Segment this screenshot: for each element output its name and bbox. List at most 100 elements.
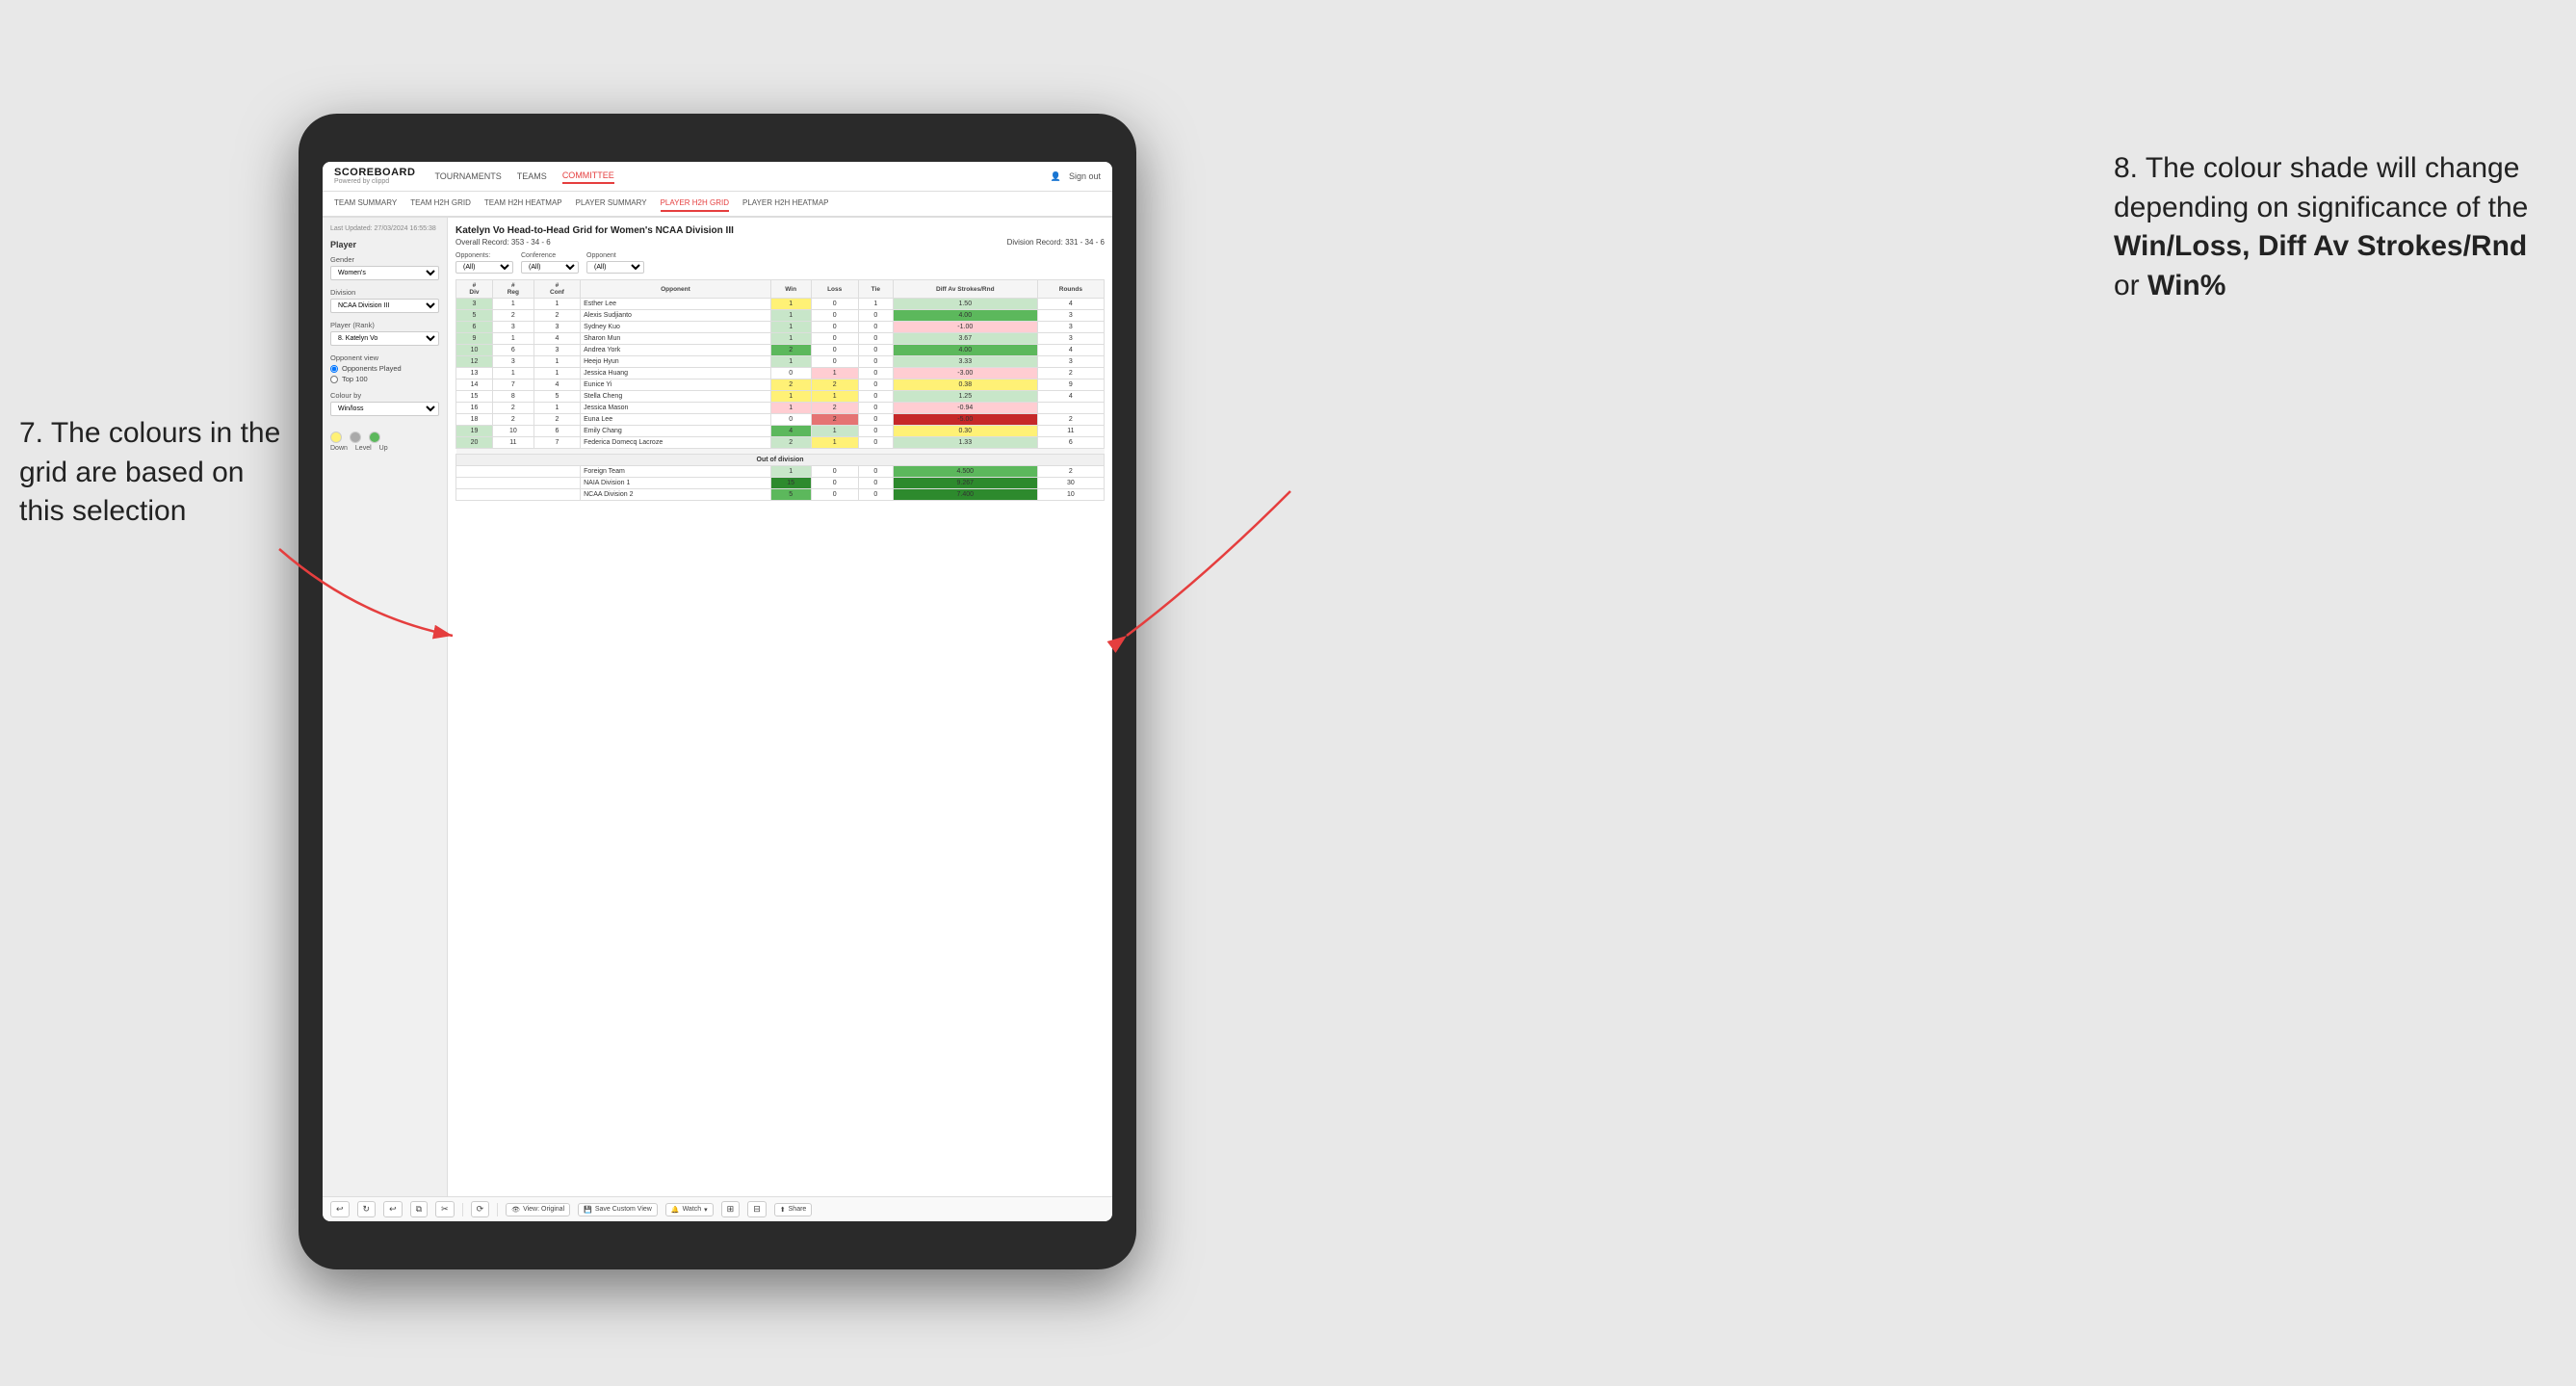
- player-rank-label: Player (Rank): [330, 321, 439, 329]
- cell-opponent: Sharon Mun: [581, 333, 771, 345]
- table-row: 14 7 4 Eunice Yi 2 2 0 0.38 9: [456, 379, 1105, 391]
- cell-opponent: Euna Lee: [581, 414, 771, 426]
- table-row: 20 11 7 Federica Domecq Lacroze 2 1 0 1.…: [456, 437, 1105, 449]
- cell-conf: 3: [533, 322, 580, 333]
- cell-conf: 5: [533, 391, 580, 403]
- cell-tie: 0: [858, 310, 893, 322]
- nav-teams[interactable]: TEAMS: [517, 170, 547, 183]
- cell-rounds: 2: [1037, 414, 1104, 426]
- cell-tie: 0: [858, 437, 893, 449]
- nav-committee[interactable]: COMMITTEE: [562, 169, 614, 184]
- cut-btn[interactable]: ✂: [435, 1201, 455, 1217]
- grid-icon: ⊟: [753, 1204, 761, 1215]
- cell-rounds: 4: [1037, 345, 1104, 356]
- cell-reg: 2: [492, 403, 533, 414]
- tablet-screen: SCOREBOARD Powered by clippd TOURNAMENTS…: [323, 162, 1112, 1221]
- opponent-filter-select[interactable]: (All): [586, 261, 644, 274]
- cell-div: 6: [456, 322, 493, 333]
- filter-row: Opponents: (All) Conference (All) Oppone…: [455, 252, 1105, 274]
- undo2-btn[interactable]: ↩: [383, 1201, 403, 1217]
- undo-btn[interactable]: ↩: [330, 1201, 350, 1217]
- cell-diff: 1.50: [893, 299, 1037, 310]
- colour-by-select[interactable]: Win/loss: [330, 402, 439, 416]
- cell-diff: 0.30: [893, 426, 1037, 437]
- tab-team-h2h-grid[interactable]: TEAM H2H GRID: [410, 196, 471, 212]
- division-select[interactable]: NCAA Division III: [330, 299, 439, 313]
- cell-div: 3: [456, 299, 493, 310]
- top100-radio[interactable]: Top 100: [330, 375, 439, 383]
- legend-down: Down: [330, 445, 348, 452]
- share-label: Share: [789, 1206, 807, 1213]
- cell-loss: 0: [811, 345, 858, 356]
- cell-win: 4: [770, 426, 811, 437]
- tablet-frame: SCOREBOARD Powered by clippd TOURNAMENTS…: [299, 114, 1136, 1269]
- col-conf: #Conf: [533, 280, 580, 299]
- cell-rounds: 3: [1037, 322, 1104, 333]
- tab-team-summary[interactable]: TEAM SUMMARY: [334, 196, 397, 212]
- annotation-left-text: 7. The colours in the grid are based on …: [19, 417, 280, 527]
- col-tie: Tie: [858, 280, 893, 299]
- grid-btn[interactable]: ⊟: [747, 1201, 767, 1217]
- tab-player-summary[interactable]: PLAYER SUMMARY: [576, 196, 647, 212]
- gender-select[interactable]: Women's: [330, 266, 439, 280]
- annotation-bold2: Diff Av Strokes/Rnd: [2258, 230, 2527, 262]
- tab-team-h2h-heatmap[interactable]: TEAM H2H HEATMAP: [484, 196, 562, 212]
- save-custom-btn[interactable]: 💾 Save Custom View: [578, 1203, 658, 1216]
- annotation-right-title: 8. The colour shade will change dependin…: [2114, 152, 2528, 223]
- h2h-table: #Div #Reg #Conf Opponent Win Loss Tie Di…: [455, 279, 1105, 501]
- cell-diff: 0.38: [893, 379, 1037, 391]
- cell-conf: 1: [533, 299, 580, 310]
- tab-player-h2h-heatmap[interactable]: PLAYER H2H HEATMAP: [742, 196, 829, 212]
- cell-conf: 1: [533, 356, 580, 368]
- refresh-btn[interactable]: ⟳: [471, 1201, 490, 1217]
- cell-reg: 6: [492, 345, 533, 356]
- sub-navbar: TEAM SUMMARY TEAM H2H GRID TEAM H2H HEAT…: [323, 192, 1112, 218]
- opponent-view-radio-group: Opponents Played Top 100: [330, 364, 439, 383]
- grid-record: Overall Record: 353 - 34 - 6 Division Re…: [455, 238, 1105, 247]
- layout-btn[interactable]: ⊞: [721, 1201, 741, 1217]
- sign-out-link[interactable]: Sign out: [1069, 171, 1101, 181]
- cell-opponent: Alexis Sudjianto: [581, 310, 771, 322]
- tab-player-h2h-grid[interactable]: PLAYER H2H GRID: [661, 196, 729, 212]
- cell-div: 13: [456, 368, 493, 379]
- legend-level: Level: [355, 445, 372, 452]
- cell-loss: 1: [811, 437, 858, 449]
- table-row: NCAA Division 2 5 0 0 7.400 10: [456, 489, 1105, 501]
- save-icon: 💾: [584, 1206, 592, 1214]
- redo-btn[interactable]: ↻: [357, 1201, 377, 1217]
- filter-conference: Conference (All): [521, 252, 579, 274]
- watch-btn[interactable]: 🔔 Watch ▾: [665, 1203, 714, 1216]
- filter-opponent: Opponent (All): [586, 252, 644, 274]
- cell-win: 1: [770, 391, 811, 403]
- cell-diff: 9.267: [893, 478, 1037, 489]
- opponents-played-radio[interactable]: Opponents Played: [330, 364, 439, 373]
- opponents-filter-select[interactable]: (All): [455, 261, 513, 274]
- cell-rounds: 30: [1037, 478, 1104, 489]
- annotation-bold1: Win/Loss,: [2114, 230, 2250, 262]
- cell-rounds: [1037, 403, 1104, 414]
- cell-div: 10: [456, 345, 493, 356]
- nav-tournaments[interactable]: TOURNAMENTS: [434, 170, 501, 183]
- filter-opponents: Opponents: (All): [455, 252, 513, 274]
- col-loss: Loss: [811, 280, 858, 299]
- cell-win: 1: [770, 299, 811, 310]
- cell-tie: 0: [858, 478, 893, 489]
- copy-btn[interactable]: ⧉: [410, 1201, 428, 1217]
- cell-tie: 0: [858, 391, 893, 403]
- cell-reg: 2: [492, 414, 533, 426]
- table-row: 5 2 2 Alexis Sudjianto 1 0 0 4.00 3: [456, 310, 1105, 322]
- cell-win: 1: [770, 310, 811, 322]
- cell-win: 2: [770, 379, 811, 391]
- cell-loss: 1: [811, 426, 858, 437]
- cell-opponent: NCAA Division 2: [581, 489, 771, 501]
- player-rank-select[interactable]: 8. Katelyn Vo: [330, 331, 439, 346]
- save-custom-label: Save Custom View: [595, 1206, 652, 1213]
- cell-tie: 0: [858, 379, 893, 391]
- share-btn[interactable]: ⬆ Share: [774, 1203, 813, 1216]
- conference-filter-select[interactable]: (All): [521, 261, 579, 274]
- cell-opponent: Emily Chang: [581, 426, 771, 437]
- annotation-left: 7. The colours in the grid are based on …: [19, 414, 289, 532]
- table-row: 18 2 2 Euna Lee 0 2 0 -5.00 2: [456, 414, 1105, 426]
- cell-win: 1: [770, 403, 811, 414]
- view-original-btn[interactable]: 👁 View: Original: [506, 1203, 570, 1216]
